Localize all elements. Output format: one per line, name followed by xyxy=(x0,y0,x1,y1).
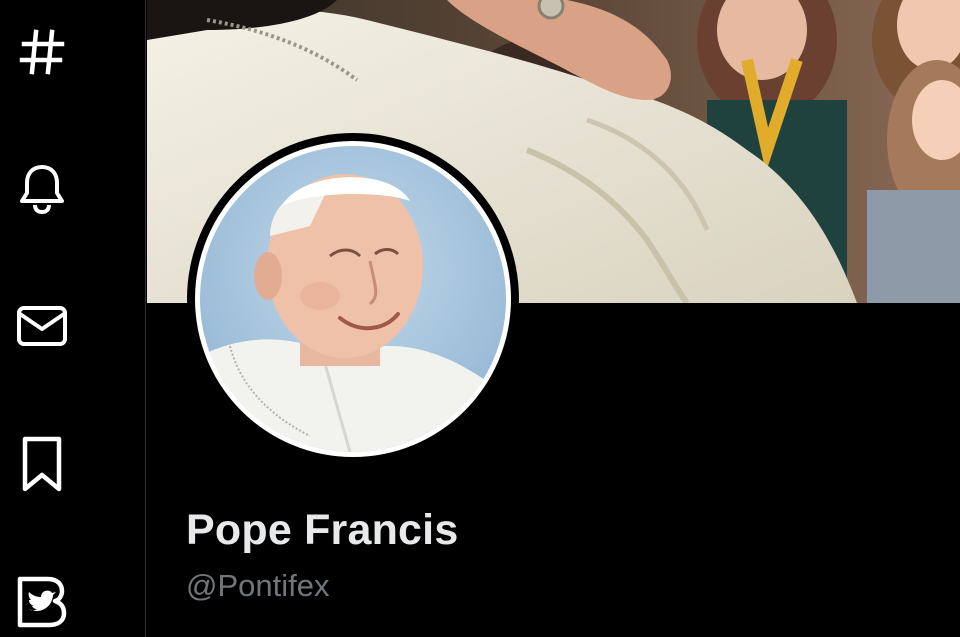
profile-display-name: Pope Francis xyxy=(186,506,459,554)
sidebar-item-notifications[interactable] xyxy=(10,156,74,220)
sidebar-item-bookmarks[interactable] xyxy=(10,432,74,496)
hashtag-icon xyxy=(16,26,68,78)
sidebar-nav xyxy=(0,0,146,637)
avatar-photo xyxy=(200,146,506,452)
twitter-blue-icon xyxy=(14,575,70,629)
avatar-border xyxy=(195,141,511,457)
profile-page: Pope Francis @Pontifex xyxy=(0,0,960,637)
bookmark-icon xyxy=(19,435,65,493)
sidebar-item-explore[interactable] xyxy=(10,20,74,84)
sidebar-item-twitter-blue[interactable] xyxy=(10,570,74,634)
bell-icon xyxy=(16,161,68,215)
profile-handle: @Pontifex xyxy=(186,568,330,603)
envelope-icon xyxy=(15,302,69,350)
profile-avatar[interactable] xyxy=(187,133,519,465)
sidebar-item-messages[interactable] xyxy=(10,294,74,358)
